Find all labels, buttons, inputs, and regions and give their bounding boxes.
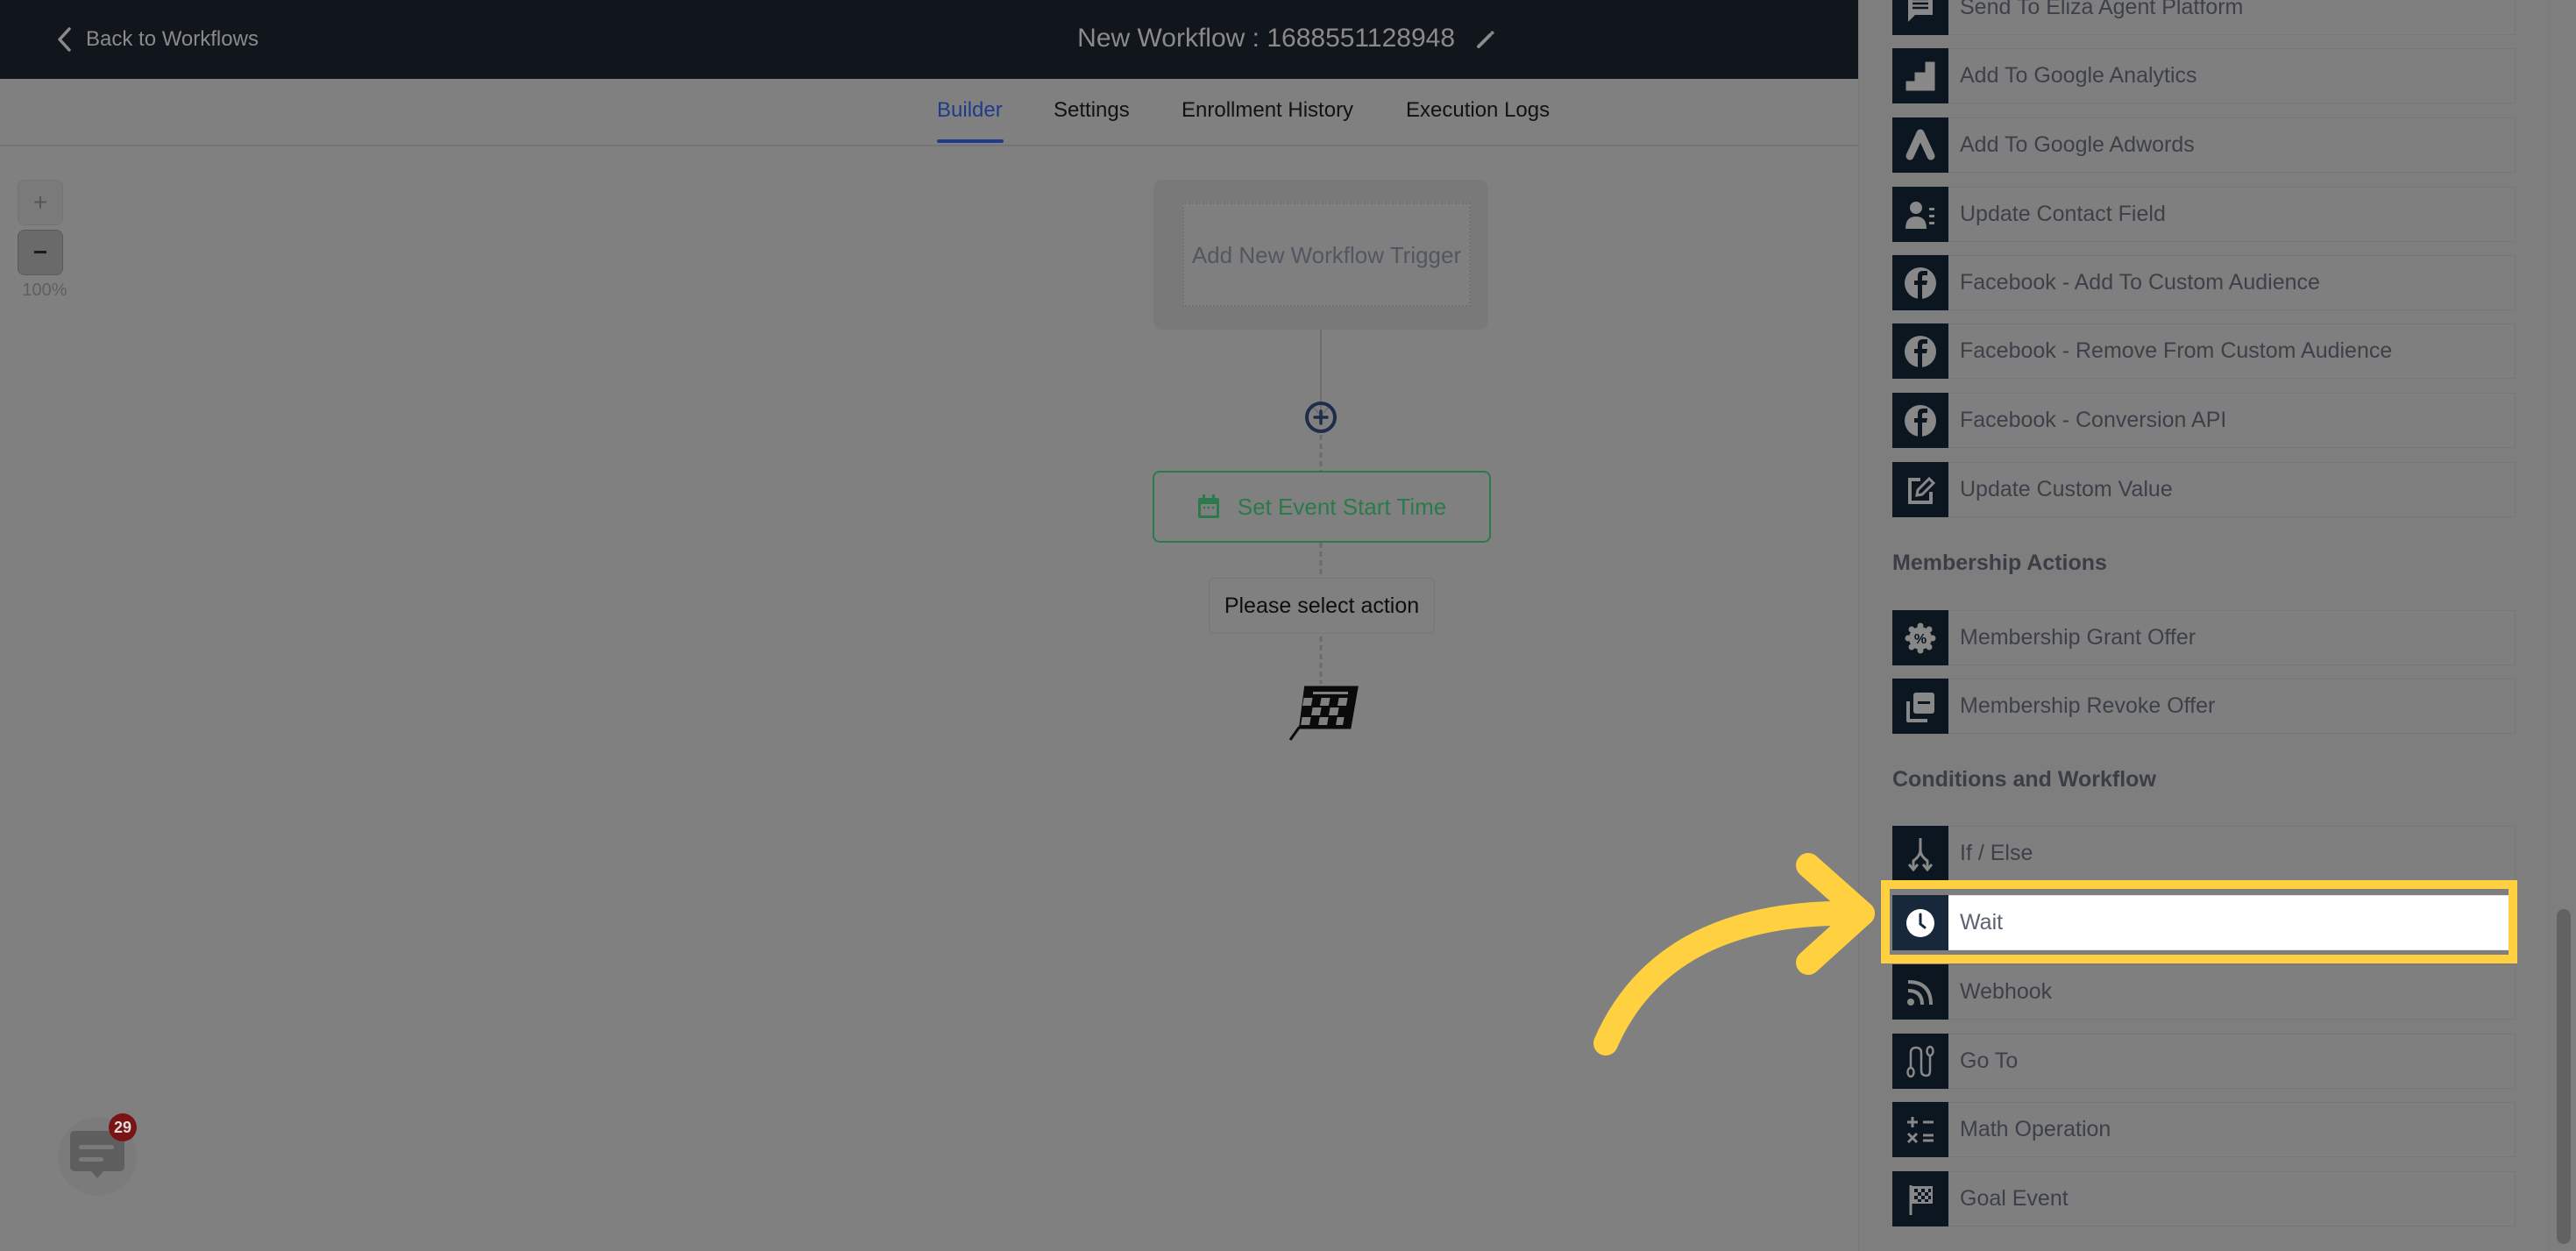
action-webhook[interactable]: Webhook bbox=[1892, 964, 2516, 1020]
tab-settings[interactable]: Settings bbox=[1054, 98, 1130, 123]
workflow-title: New Workflow : 1688551128948 bbox=[1077, 24, 1455, 53]
remove-copy-icon bbox=[1892, 679, 1948, 734]
action-label: Add To Google Adwords bbox=[1960, 132, 2195, 157]
action-facebook-conversion-api[interactable]: Facebook - Conversion API bbox=[1892, 393, 2516, 448]
action-label: Go To bbox=[1960, 1048, 2019, 1073]
annotation-arrow-icon bbox=[1593, 853, 1875, 1056]
active-tab-indicator bbox=[937, 139, 1004, 143]
action-update-custom-value[interactable]: Update Custom Value bbox=[1892, 462, 2516, 517]
back-to-workflows-link[interactable]: Back to Workflows bbox=[56, 25, 259, 54]
action-label: Goal Event bbox=[1960, 1186, 2069, 1211]
action-math-operation[interactable]: Math Operation bbox=[1892, 1102, 2516, 1157]
add-trigger-node[interactable]: Add New Workflow Trigger bbox=[1182, 203, 1471, 307]
action-facebook-add-custom-audience[interactable]: Facebook - Add To Custom Audience bbox=[1892, 255, 2516, 310]
top-header bbox=[0, 0, 1858, 79]
chat-lines-icon bbox=[1892, 0, 1948, 35]
action-if-else[interactable]: If / Else bbox=[1892, 826, 2516, 881]
action-label: Send To Eliza Agent Platform bbox=[1960, 0, 2244, 19]
edit-title-button[interactable] bbox=[1473, 25, 1499, 54]
action-add-to-google-analytics[interactable]: Add To Google Analytics bbox=[1892, 48, 2516, 103]
action-label: If / Else bbox=[1960, 841, 2033, 865]
action-label: Membership Revoke Offer bbox=[1960, 693, 2216, 718]
unread-badge: 29 bbox=[109, 1113, 137, 1141]
action-membership-grant-offer[interactable]: % Membership Grant Offer bbox=[1892, 610, 2516, 665]
finish-flag-icon bbox=[1288, 686, 1359, 741]
calculator-icon bbox=[1892, 1102, 1948, 1157]
action-node-set-event-start-time[interactable]: Set Event Start Time bbox=[1153, 471, 1491, 543]
chevron-left-icon bbox=[58, 27, 71, 52]
calendar-icon bbox=[1197, 494, 1219, 518]
action-facebook-remove-custom-audience[interactable]: Facebook - Remove From Custom Audience bbox=[1892, 323, 2516, 379]
action-add-to-google-adwords[interactable]: Add To Google Adwords bbox=[1892, 117, 2516, 173]
highlight-frame bbox=[1881, 880, 2517, 963]
add-step-button[interactable] bbox=[1305, 402, 1337, 433]
action-label: Update Contact Field bbox=[1960, 202, 2166, 226]
action-membership-revoke-offer[interactable]: Membership Revoke Offer bbox=[1892, 679, 2516, 734]
section-heading-conditions: Conditions and Workflow bbox=[1892, 767, 2156, 792]
zoom-level: 100% bbox=[22, 281, 67, 300]
action-label: Facebook - Remove From Custom Audience bbox=[1960, 338, 2393, 363]
facebook-icon bbox=[1892, 393, 1948, 448]
section-heading-membership: Membership Actions bbox=[1892, 551, 2107, 575]
back-label: Back to Workflows bbox=[86, 27, 259, 51]
facebook-icon bbox=[1892, 323, 1948, 379]
action-label: Update Custom Value bbox=[1960, 477, 2173, 501]
action-node-label: Set Event Start Time bbox=[1237, 493, 1447, 520]
tab-builder[interactable]: Builder bbox=[937, 98, 1003, 123]
goal-flag-icon bbox=[1892, 1171, 1948, 1226]
action-send-to-eliza[interactable]: Send To Eliza Agent Platform bbox=[1892, 0, 2516, 35]
tab-execution-logs[interactable]: Execution Logs bbox=[1406, 98, 1550, 123]
contact-field-icon bbox=[1892, 187, 1948, 242]
svg-text:%: % bbox=[1914, 632, 1927, 647]
action-goal-event[interactable]: Goal Event bbox=[1892, 1171, 2516, 1226]
select-action-placeholder[interactable]: Please select action bbox=[1209, 578, 1435, 634]
action-label: Facebook - Conversion API bbox=[1960, 408, 2227, 432]
edit-square-icon bbox=[1892, 462, 1948, 517]
tab-bar: Builder Settings Enrollment History Exec… bbox=[0, 79, 1858, 146]
google-ads-icon bbox=[1892, 117, 1948, 173]
pencil-icon bbox=[1477, 31, 1494, 48]
action-go-to[interactable]: Go To bbox=[1892, 1034, 2516, 1089]
google-analytics-icon bbox=[1892, 48, 1948, 103]
facebook-icon bbox=[1892, 255, 1948, 310]
discount-badge-icon: % bbox=[1892, 610, 1948, 665]
action-label: Webhook bbox=[1960, 979, 2053, 1004]
action-label: Math Operation bbox=[1960, 1117, 2111, 1141]
action-label: Add To Google Analytics bbox=[1960, 63, 2197, 88]
tab-enrollment-history[interactable]: Enrollment History bbox=[1182, 98, 1353, 123]
zoom-in-button[interactable]: + bbox=[18, 180, 63, 225]
plus-icon bbox=[1313, 409, 1329, 425]
panel-scrollbar-thumb[interactable] bbox=[2557, 909, 2571, 1244]
action-label: Membership Grant Offer bbox=[1960, 625, 2196, 650]
zoom-out-button[interactable]: − bbox=[18, 230, 63, 275]
action-update-contact-field[interactable]: Update Contact Field bbox=[1892, 187, 2516, 242]
action-label: Facebook - Add To Custom Audience bbox=[1960, 270, 2320, 295]
